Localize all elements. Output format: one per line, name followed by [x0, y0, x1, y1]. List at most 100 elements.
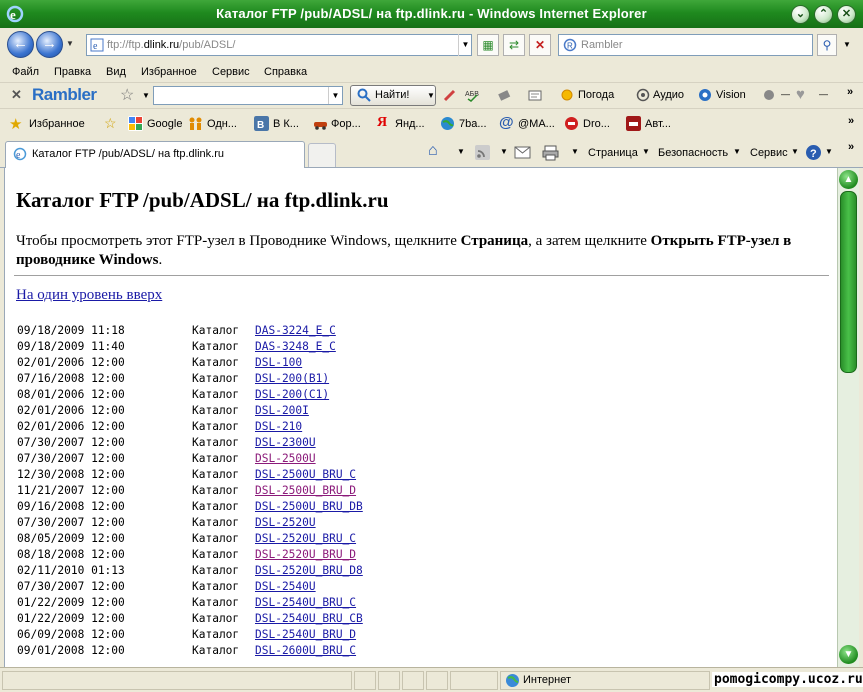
toolbar-overflow-icon[interactable]: » — [847, 86, 853, 98]
vision-link[interactable]: Vision — [716, 89, 746, 101]
settings-dropdown-icon[interactable]: — — [781, 89, 790, 99]
menu-tools[interactable]: Сервис — [212, 66, 250, 78]
favorite-yandex[interactable]: Янд... — [395, 118, 425, 130]
vertical-scrollbar[interactable]: ▲ ▼ — [837, 168, 859, 667]
search-options-dropdown-icon[interactable]: ▼ — [843, 40, 851, 49]
highlight-icon[interactable] — [443, 88, 457, 102]
directory-link[interactable]: DSL-2520U_BRU_D — [255, 548, 356, 561]
home-icon[interactable]: ⌂ — [428, 142, 438, 160]
rambler-logo[interactable]: Rambler — [32, 85, 97, 105]
menu-view[interactable]: Вид — [106, 66, 126, 78]
favorite-odnoklassniki[interactable]: Одн... — [207, 118, 237, 130]
search-input[interactable]: R Rambler — [558, 34, 813, 56]
directory-link[interactable]: DSL-2540U_BRU_D — [255, 628, 356, 641]
stop-button[interactable]: ✕ — [529, 34, 551, 56]
history-dropdown-icon[interactable]: ▼ — [66, 39, 74, 48]
directory-link[interactable]: DSL-2500U_BRU_C — [255, 468, 356, 481]
address-dropdown-icon[interactable]: ▼ — [458, 34, 472, 56]
directory-link[interactable]: DSL-2540U_BRU_CB — [255, 612, 363, 625]
favorites-button[interactable]: Избранное — [29, 118, 85, 130]
favorites-overflow-icon[interactable]: » — [848, 115, 854, 127]
favorite-google[interactable]: Google — [147, 118, 182, 130]
directory-link[interactable]: DSL-210 — [255, 420, 302, 433]
add-favorite-icon[interactable]: ☆ — [104, 115, 117, 132]
audio-link[interactable]: Аудио — [653, 89, 684, 101]
star-icon[interactable]: ☆ — [120, 85, 134, 105]
rambler-search-dropdown-icon[interactable]: ▼ — [328, 87, 342, 104]
feeds-icon[interactable] — [474, 144, 491, 161]
address-input[interactable]: e ftp://ftp.dlink.ru/pub/ADSL/ — [86, 34, 472, 56]
find-dropdown-icon[interactable]: ▼ — [427, 91, 435, 100]
directory-link[interactable]: DSL-2500U_BRU_D — [255, 484, 356, 497]
weather-sun-icon[interactable] — [560, 88, 574, 102]
directory-link[interactable]: DSL-2520U_BRU_C — [255, 532, 356, 545]
favorite-forum[interactable]: Фор... — [331, 118, 361, 130]
directory-link[interactable]: DSL-200(B1) — [255, 372, 329, 385]
security-menu-dropdown-icon[interactable]: ▼ — [733, 147, 741, 156]
rambler-search-input[interactable]: ▼ — [153, 86, 343, 105]
maximize-button[interactable]: ⌃ — [814, 5, 833, 24]
menu-favorites[interactable]: Избранное — [141, 66, 197, 78]
commandbar-overflow-icon[interactable]: » — [848, 141, 854, 153]
star-dropdown-icon[interactable]: ▼ — [142, 91, 150, 100]
feeds-dropdown-icon[interactable]: ▼ — [500, 147, 508, 156]
new-tab-button[interactable] — [308, 143, 336, 167]
tools-menu-dropdown-icon[interactable]: ▼ — [791, 147, 799, 156]
scrollbar-thumb[interactable] — [840, 191, 857, 373]
directory-link[interactable]: DSL-200I — [255, 404, 309, 417]
close-toolbar-icon[interactable]: ✕ — [11, 87, 22, 103]
home-dropdown-icon[interactable]: ▼ — [457, 147, 465, 156]
favorite-auto[interactable]: Авт... — [645, 118, 671, 130]
directory-link[interactable]: DSL-100 — [255, 356, 302, 369]
menu-file[interactable]: Файл — [12, 66, 39, 78]
favorite-7ba[interactable]: 7ba... — [459, 118, 487, 130]
settings-icon[interactable] — [762, 88, 776, 102]
menu-help[interactable]: Справка — [264, 66, 307, 78]
back-button[interactable]: ← — [7, 31, 34, 58]
close-button[interactable]: ✕ — [837, 5, 856, 24]
spellcheck-icon[interactable]: АБВ — [465, 88, 479, 102]
eraser-icon[interactable] — [497, 88, 511, 102]
print-dropdown-icon[interactable]: ▼ — [571, 147, 579, 156]
read-mail-icon[interactable] — [514, 144, 531, 161]
directory-link[interactable]: DSL-2520U — [255, 516, 316, 529]
vision-icon[interactable] — [698, 88, 712, 102]
heart-dropdown-icon[interactable]: — — [819, 89, 828, 99]
tools-menu-button[interactable]: Сервис — [750, 147, 788, 159]
heart-icon[interactable]: ♥ — [796, 86, 805, 103]
directory-link[interactable]: DSL-2300U — [255, 436, 316, 449]
directory-link[interactable]: DSL-2520U_BRU_D8 — [255, 564, 363, 577]
help-icon[interactable]: ? — [805, 144, 822, 161]
find-button[interactable]: Найти! — [350, 85, 436, 106]
scroll-down-arrow-icon[interactable]: ▼ — [839, 645, 858, 664]
directory-link[interactable]: DSL-2540U_BRU_C — [255, 596, 356, 609]
directory-link[interactable]: DSL-2500U_BRU_DB — [255, 500, 363, 513]
audio-icon[interactable] — [636, 88, 650, 102]
compatibility-button[interactable]: ▦ — [477, 34, 499, 56]
print-icon[interactable] — [542, 144, 559, 161]
security-zone-pane[interactable]: Интернет — [500, 671, 710, 690]
scroll-up-arrow-icon[interactable]: ▲ — [839, 170, 858, 189]
favorite-drom[interactable]: Dro... — [583, 118, 610, 130]
directory-link[interactable]: DSL-2600U_BRU_C — [255, 644, 356, 657]
tab-active[interactable]: e Каталог FTP /pub/ADSL/ на ftp.dlink.ru — [5, 141, 305, 168]
favorite-mail-ru[interactable]: @MA... — [518, 118, 555, 130]
menu-edit[interactable]: Правка — [54, 66, 91, 78]
directory-link[interactable]: DAS-3248_E_C — [255, 340, 336, 353]
refresh-button[interactable]: ⇄ — [503, 34, 525, 56]
directory-link[interactable]: DAS-3224_E_C — [255, 324, 336, 337]
minimize-button[interactable]: ⌄ — [791, 5, 810, 24]
mail-icon[interactable] — [528, 88, 542, 102]
page-menu-button[interactable]: Страница — [588, 147, 638, 159]
page-menu-dropdown-icon[interactable]: ▼ — [642, 147, 650, 156]
up-one-level-link[interactable]: На один уровень вверх — [16, 287, 162, 304]
directory-link[interactable]: DSL-2540U — [255, 580, 316, 593]
help-dropdown-icon[interactable]: ▼ — [825, 147, 833, 156]
weather-link[interactable]: Погода — [578, 89, 614, 101]
search-button[interactable]: ⚲ — [817, 34, 837, 56]
directory-link[interactable]: DSL-2500U — [255, 452, 316, 465]
security-menu-button[interactable]: Безопасность — [658, 147, 728, 159]
directory-link[interactable]: DSL-200(C1) — [255, 388, 329, 401]
favorite-vkontakte[interactable]: В К... — [273, 118, 299, 130]
forward-button[interactable]: → — [36, 31, 63, 58]
